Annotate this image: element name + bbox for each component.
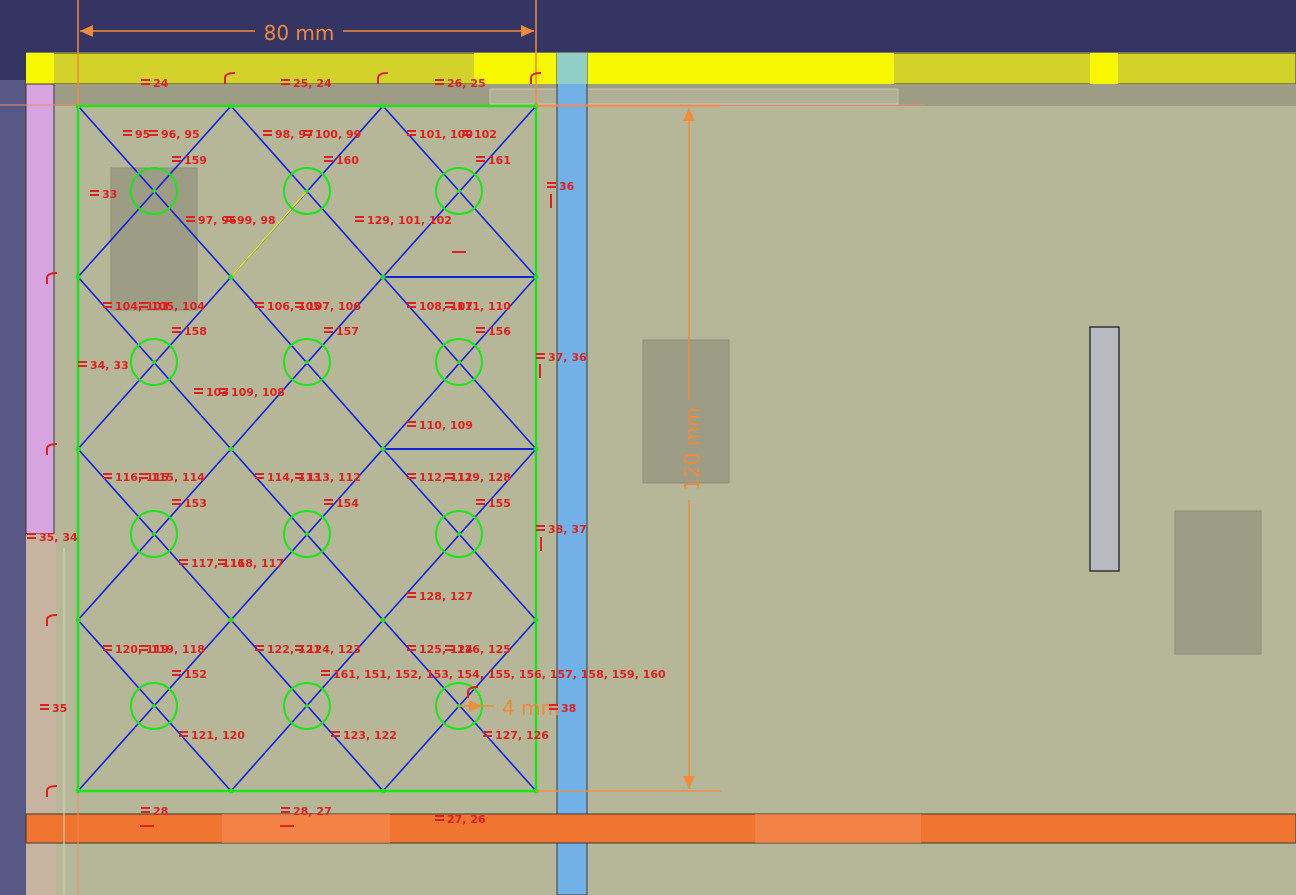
circle-center-point[interactable]	[152, 704, 156, 708]
height-dimension-label[interactable]: 120 mm	[680, 407, 704, 491]
constraint-label-text: 26, 25	[447, 77, 486, 90]
constraint-label-text: 100, 99	[315, 128, 361, 141]
constraint-label-text: 111, 110	[457, 300, 511, 313]
constraint-label-text: 34, 33	[90, 359, 129, 372]
width-dimension-label[interactable]: 80 mm	[264, 21, 335, 45]
constraint-label-text: 129, 128	[457, 471, 511, 484]
constraint-label-text: 119, 118	[151, 643, 205, 656]
constraint-label-text: 121, 120	[191, 729, 245, 742]
constraint-label-text: 129, 101, 102	[367, 214, 452, 227]
sketch-vertex[interactable]	[75, 617, 81, 623]
constraint-label-text: 115, 114	[151, 471, 205, 484]
constraint-label-text: 124, 123	[307, 643, 361, 656]
slot-cutout	[1089, 326, 1120, 572]
circle-center-point[interactable]	[305, 532, 309, 536]
constraint-label-text: 28, 27	[293, 805, 332, 818]
sketch-vertex[interactable]	[75, 788, 81, 794]
constraint-label-text: 107, 106	[307, 300, 361, 313]
constraint-label-text: 24	[153, 77, 169, 90]
constraint-label[interactable]: 129, 101, 102	[355, 214, 452, 227]
circle-center-point[interactable]	[305, 704, 309, 708]
constraint-label-text: 38, 37	[548, 523, 587, 536]
orange-highlight-b	[755, 814, 921, 843]
sketch-vertex[interactable]	[380, 788, 386, 794]
constraint-label[interactable]: 161, 151, 152, 153, 154, 155, 156, 157, …	[321, 668, 666, 681]
sketch-vertex[interactable]	[533, 274, 539, 280]
left-gradient	[0, 80, 26, 895]
sketch-vertex[interactable]	[228, 788, 234, 794]
constraint-label-text: 128, 127	[419, 590, 473, 603]
constraint-label-text: 126, 125	[457, 643, 511, 656]
constraint-label-text: 154	[336, 497, 359, 510]
constraint-label-text: 159	[184, 154, 207, 167]
constraint-label-text: 155	[488, 497, 511, 510]
bottom-orange-bar	[25, 813, 1296, 844]
orange-highlight-a	[222, 814, 390, 843]
constraint-label-text: 35, 34	[39, 531, 78, 544]
constraint-label-text: 110, 109	[419, 419, 473, 432]
left-pink-bar	[25, 83, 55, 535]
constraint-label-text: 37, 36	[548, 351, 587, 364]
circle-center-point[interactable]	[457, 189, 461, 193]
constraint-label-text: 160	[336, 154, 359, 167]
constraint-label-text: 109, 108	[231, 386, 285, 399]
pocket-face-c	[1174, 510, 1262, 655]
constraint-label-text: 36	[559, 180, 575, 193]
sketch-vertex[interactable]	[75, 274, 81, 280]
sketch-vertex[interactable]	[228, 446, 234, 452]
sketch-vertex[interactable]	[380, 274, 386, 280]
sketch-vertex[interactable]	[75, 446, 81, 452]
sketch-vertex[interactable]	[533, 617, 539, 623]
constraint-label-text: 96, 95	[161, 128, 200, 141]
constraint-label-text: 113, 112	[307, 471, 361, 484]
constraint-label-text: 99, 98	[237, 214, 276, 227]
sketch-vertex[interactable]	[228, 274, 234, 280]
constraint-label-text: 38	[561, 702, 576, 715]
yellow-highlight-a	[474, 53, 894, 84]
circle-center-point[interactable]	[152, 189, 156, 193]
blue-bar-top	[557, 53, 587, 84]
constraint-label-text: 118, 117	[230, 557, 284, 570]
constraint-label-text: 153	[184, 497, 207, 510]
circle-center-point[interactable]	[457, 532, 461, 536]
constraint-label-text: 158	[184, 325, 207, 338]
constraint-label-text: 28	[153, 805, 168, 818]
constraint-label-text: 156	[488, 325, 511, 338]
constraint-label-text: 102	[474, 128, 497, 141]
constraint-label-text: 33	[102, 188, 117, 201]
circle-center-point[interactable]	[457, 360, 461, 364]
constraint-label-text: 152	[184, 668, 207, 681]
constraint-label-text: 123, 122	[343, 729, 397, 742]
sketch-vertex[interactable]	[380, 103, 386, 109]
constraint-label-text: 25, 24	[293, 77, 332, 90]
circle-center-point[interactable]	[152, 532, 156, 536]
yellow-highlight-c	[26, 53, 54, 84]
cad-viewport[interactable]: 80 mm 120 mm 4 mm 24 25, 24 26, 25 95 96, 95 98…	[0, 0, 1296, 895]
circle-center-point[interactable]	[152, 360, 156, 364]
slot-face	[489, 88, 899, 105]
circle-center-point[interactable]	[305, 189, 309, 193]
sketch-vertex[interactable]	[228, 103, 234, 109]
constraint-label-text: 161	[488, 154, 511, 167]
constraint-label-text: 127, 126	[495, 729, 549, 742]
constraint-label-text: 27, 26	[447, 813, 486, 826]
constraint-label-text: 161, 151, 152, 153, 154, 155, 156, 157, …	[333, 668, 666, 681]
sketch-vertex[interactable]	[533, 446, 539, 452]
sketch-canvas[interactable]: 80 mm120 mm4 mm 24 25, 24 26, 2595 96, 95 98…	[0, 0, 1296, 895]
circle-center-point[interactable]	[305, 360, 309, 364]
constraint-label-text: 105, 104	[151, 300, 205, 313]
sketch-vertex[interactable]	[380, 446, 386, 452]
constraint-label-text: 157	[336, 325, 359, 338]
sketch-vertex[interactable]	[228, 617, 234, 623]
constraint-label-text: 95	[135, 128, 150, 141]
yellow-highlight-b	[1090, 53, 1118, 84]
constraint-label-text: 35	[52, 702, 67, 715]
sketch-vertex[interactable]	[380, 617, 386, 623]
